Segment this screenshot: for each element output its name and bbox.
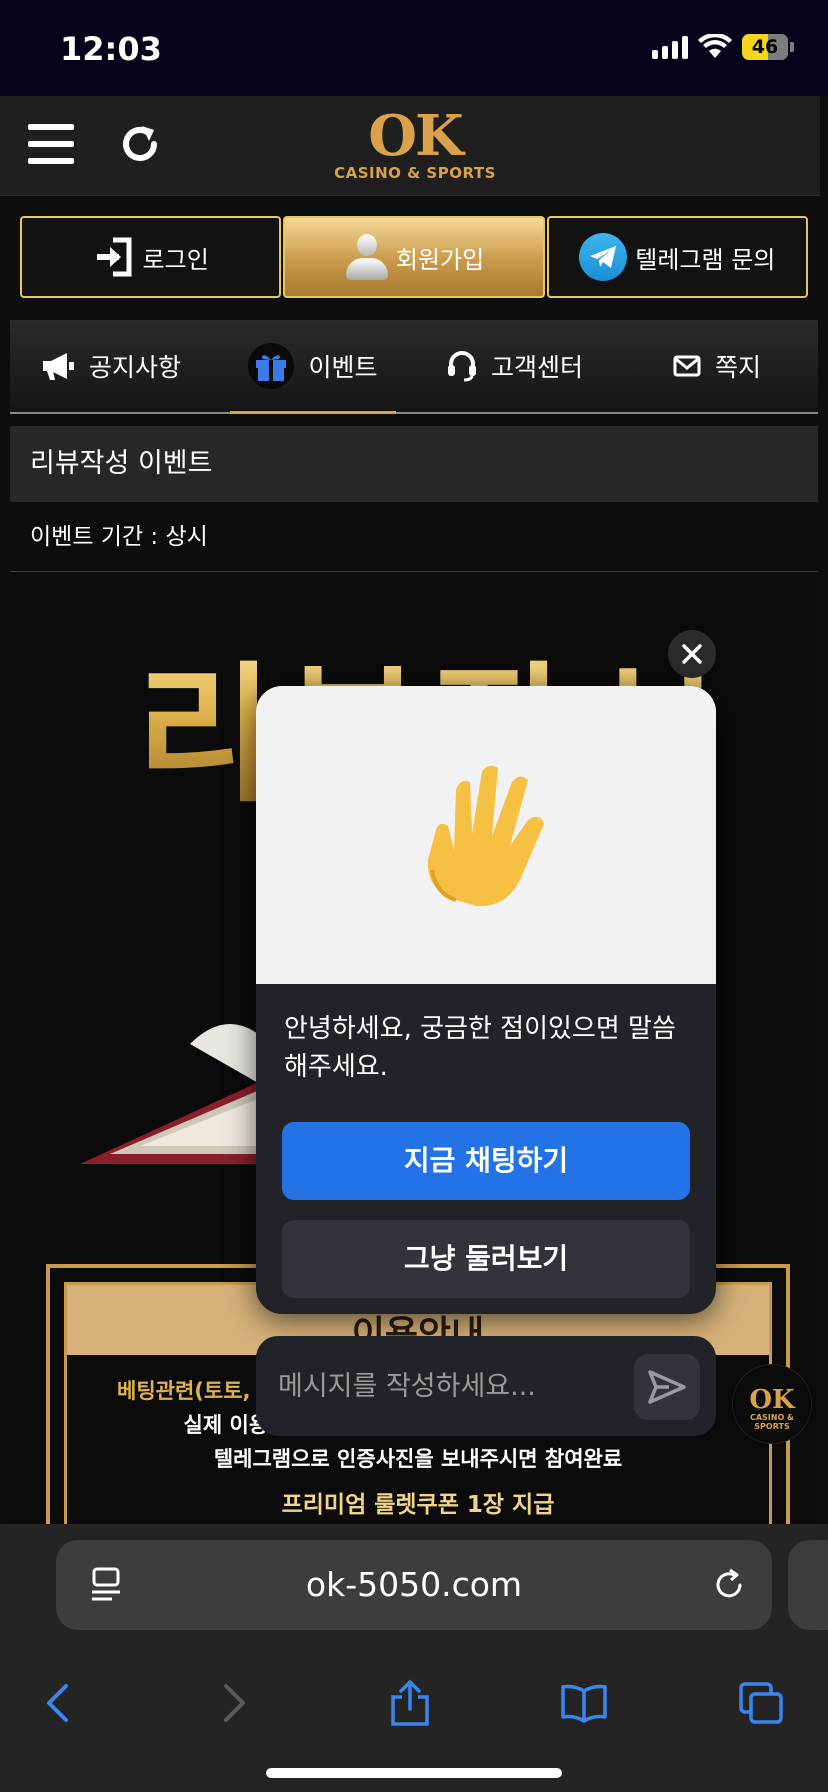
event-period: 이벤트 기간 : 상시 bbox=[10, 502, 818, 572]
login-label: 로그인 bbox=[142, 245, 209, 274]
waving-hand-icon bbox=[427, 765, 544, 907]
bookmarks-icon[interactable] bbox=[559, 1678, 609, 1728]
menu-icon[interactable] bbox=[28, 124, 74, 164]
site-header: OK CASINO & SPORTS bbox=[0, 96, 820, 196]
launcher-logo-sub: CASINO & SPORTS bbox=[749, 1413, 795, 1431]
main-nav: 공지사항 이벤트 고객센터 쪽지 bbox=[10, 320, 818, 414]
nav-messages-label: 쪽지 bbox=[714, 353, 761, 382]
envelope-icon bbox=[673, 355, 701, 377]
send-button[interactable] bbox=[634, 1354, 700, 1420]
browser-toolbar: ok-5050.com bbox=[0, 1524, 828, 1792]
url-text: ok-5050.com bbox=[305, 1565, 523, 1604]
chat-now-button[interactable]: 지금 채팅하기 bbox=[282, 1122, 690, 1200]
forward-icon[interactable] bbox=[210, 1678, 260, 1728]
chat-launcher-button[interactable]: OK CASINO & SPORTS bbox=[732, 1364, 812, 1444]
nav-messages[interactable]: 쪽지 bbox=[616, 320, 818, 412]
share-icon[interactable] bbox=[385, 1678, 435, 1728]
signup-button[interactable]: 회원가입 bbox=[283, 216, 545, 298]
battery-level: 46 bbox=[751, 36, 779, 58]
signal-icon bbox=[652, 35, 688, 59]
event-title: 리뷰작성 이벤트 bbox=[10, 426, 818, 502]
status-icons: 46 bbox=[652, 34, 794, 60]
info-line-3: 텔레그램으로 인증사진을 보내주시면 참여완료 bbox=[213, 1447, 623, 1471]
login-button[interactable]: 로그인 bbox=[20, 216, 282, 298]
auth-row: 로그인 회원가입 텔레그램 문의 bbox=[20, 216, 808, 298]
megaphone-icon bbox=[42, 353, 74, 380]
logo-subtitle: CASINO & SPORTS bbox=[334, 164, 496, 182]
launcher-logo-main: OK bbox=[749, 1385, 795, 1415]
close-icon bbox=[682, 644, 702, 664]
send-icon bbox=[648, 1370, 686, 1404]
login-icon bbox=[96, 237, 132, 277]
next-tab-preview[interactable] bbox=[788, 1540, 828, 1630]
refresh-icon[interactable] bbox=[118, 122, 162, 170]
reload-icon[interactable] bbox=[712, 1568, 746, 1602]
telegram-label: 텔레그램 문의 bbox=[635, 245, 776, 274]
just-browse-button[interactable]: 그냥 둘러보기 bbox=[282, 1220, 690, 1298]
nav-support-label: 고객센터 bbox=[490, 353, 583, 382]
site-logo[interactable]: OK CASINO & SPORTS bbox=[330, 108, 500, 182]
popup-illustration bbox=[256, 686, 716, 984]
nav-event[interactable]: 이벤트 bbox=[212, 320, 414, 414]
message-composer bbox=[256, 1336, 716, 1436]
message-input[interactable] bbox=[278, 1360, 618, 1412]
nav-notice-label: 공지사항 bbox=[88, 353, 181, 382]
info-line-4: 프리미엄 룰렛쿠폰 1장 지급 bbox=[281, 1492, 555, 1518]
nav-notice[interactable]: 공지사항 bbox=[10, 320, 212, 412]
wifi-icon bbox=[698, 34, 732, 58]
battery-icon: 46 bbox=[742, 34, 794, 60]
telegram-icon bbox=[579, 233, 628, 281]
status-time: 12:03 bbox=[60, 30, 162, 68]
chat-welcome-popup: 안녕하세요, 궁금한 점이있으면 말씀해주세요. 지금 채팅하기 그냥 둘러보기 bbox=[256, 686, 716, 1314]
back-icon[interactable] bbox=[32, 1678, 82, 1728]
status-bar: 12:03 46 bbox=[0, 0, 828, 96]
gift-icon bbox=[248, 343, 295, 389]
popup-message: 안녕하세요, 궁금한 점이있으면 말씀해주세요. bbox=[284, 1014, 676, 1082]
nav-support[interactable]: 고객센터 bbox=[414, 320, 616, 412]
telegram-inquiry-button[interactable]: 텔레그램 문의 bbox=[546, 216, 808, 298]
user-icon bbox=[344, 232, 388, 282]
nav-event-label: 이벤트 bbox=[308, 353, 378, 382]
address-bar[interactable]: ok-5050.com bbox=[56, 1540, 772, 1630]
headset-icon bbox=[447, 351, 476, 382]
tabs-icon[interactable] bbox=[736, 1678, 786, 1728]
popup-close-button[interactable] bbox=[668, 630, 716, 678]
logo-main: OK bbox=[368, 103, 463, 169]
home-indicator[interactable] bbox=[266, 1768, 562, 1778]
signup-label: 회원가입 bbox=[395, 245, 485, 274]
